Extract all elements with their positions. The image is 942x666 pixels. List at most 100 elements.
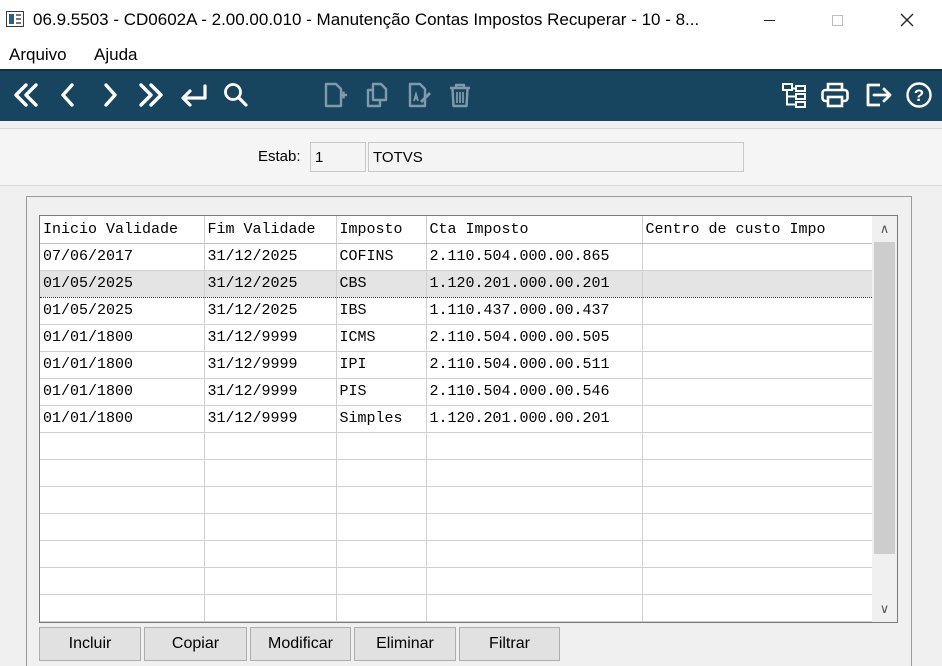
copy-record-icon: [366, 82, 388, 108]
first-record-button[interactable]: [8, 71, 44, 119]
exit-button[interactable]: [861, 71, 897, 119]
close-icon: [900, 13, 914, 27]
maximize-icon: [831, 14, 843, 26]
cell-inicio-validade: [40, 486, 205, 514]
cell-inicio-validade: 01/01/1800: [40, 324, 205, 352]
help-glyph: ?: [914, 86, 924, 105]
cell-cta-imposto: [426, 513, 643, 541]
cell-fim-validade: [204, 540, 337, 568]
empty-table-row[interactable]: [40, 513, 873, 541]
previous-record-button[interactable]: [50, 71, 86, 119]
cell-fim-validade: [204, 594, 337, 622]
search-icon: [224, 83, 248, 107]
close-button[interactable]: [884, 0, 930, 40]
estab-code-field[interactable]: 1: [310, 142, 366, 172]
scroll-up-button[interactable]: ∧: [872, 216, 897, 242]
cell-cta-imposto: 1.110.437.000.00.437: [426, 297, 643, 325]
estab-name-field: TOTVS: [368, 142, 744, 172]
column-inicio-validade[interactable]: Inicio Validade: [40, 216, 205, 244]
cell-imposto: [336, 594, 427, 622]
cell-inicio-validade: [40, 540, 205, 568]
cell-cta-imposto: [426, 567, 643, 595]
navigation-tree-button[interactable]: [776, 71, 812, 119]
scroll-thumb[interactable]: [874, 242, 895, 554]
accounts-table: Inicio Validade Fim Validade Imposto Cta…: [40, 216, 873, 622]
cell-imposto: [336, 513, 427, 541]
table-row[interactable]: 01/05/2025 31/12/2025 CBS 1.120.201.000.00.…: [40, 269, 873, 298]
go-to-button[interactable]: [176, 71, 212, 119]
empty-table-row[interactable]: [40, 567, 873, 595]
column-cta-imposto[interactable]: Cta Imposto: [426, 216, 643, 244]
table-row[interactable]: 01/01/1800 31/12/9999 IPI 2.110.504.000.00.…: [40, 351, 873, 379]
modificar-button[interactable]: Modificar: [250, 627, 351, 661]
first-record-icon: [14, 83, 38, 107]
cell-centro-de-custo: [642, 567, 873, 595]
cell-fim-validade: 31/12/2025: [204, 269, 337, 298]
print-button[interactable]: [817, 71, 853, 119]
cell-imposto: [336, 432, 427, 460]
edit-record-icon: [408, 82, 432, 108]
help-button[interactable]: ?: [901, 71, 937, 119]
grid-scrollbar[interactable]: ∧ ∨: [872, 216, 897, 622]
empty-table-row[interactable]: [40, 459, 873, 487]
copiar-button[interactable]: Copiar: [144, 627, 247, 661]
cell-fim-validade: [204, 513, 337, 541]
delete-record-button[interactable]: [442, 71, 478, 119]
cell-fim-validade: [204, 486, 337, 514]
cell-cta-imposto: 2.110.504.000.00.865: [426, 243, 643, 271]
column-fim-validade[interactable]: Fim Validade: [204, 216, 337, 244]
cell-cta-imposto: 1.120.201.000.00.201: [426, 269, 643, 298]
cell-inicio-validade: 07/06/2017: [40, 243, 205, 271]
menu-ajuda[interactable]: Ajuda: [94, 45, 137, 65]
menu-arquivo[interactable]: Arquivo: [9, 45, 67, 65]
cell-cta-imposto: [426, 540, 643, 568]
empty-table-row[interactable]: [40, 486, 873, 514]
cell-centro-de-custo: [642, 351, 873, 379]
last-record-button[interactable]: [133, 71, 169, 119]
cell-imposto: [336, 459, 427, 487]
table-row[interactable]: 01/01/1800 31/12/9999 ICMS 2.110.504.000.00…: [40, 324, 873, 352]
minimize-icon: [763, 19, 775, 21]
cell-fim-validade: 31/12/2025: [204, 297, 337, 325]
exit-icon: [866, 83, 892, 107]
navigation-tree-icon: [782, 83, 806, 108]
accounts-grid[interactable]: Inicio Validade Fim Validade Imposto Cta…: [39, 215, 898, 623]
edit-record-button[interactable]: [401, 71, 437, 119]
empty-table-row[interactable]: [40, 594, 873, 622]
empty-table-row[interactable]: [40, 432, 873, 460]
go-to-icon: [181, 84, 207, 107]
cell-imposto: CBS: [336, 269, 427, 298]
cell-inicio-validade: 01/01/1800: [40, 405, 205, 433]
copy-record-button[interactable]: [359, 71, 395, 119]
scroll-down-button[interactable]: ∨: [872, 596, 897, 622]
column-imposto[interactable]: Imposto: [336, 216, 427, 244]
cell-fim-validade: [204, 567, 337, 595]
search-button[interactable]: [218, 71, 254, 119]
cell-cta-imposto: [426, 486, 643, 514]
minimize-button[interactable]: [746, 0, 792, 40]
cell-fim-validade: [204, 459, 337, 487]
eliminar-button[interactable]: Eliminar: [354, 627, 456, 661]
cell-imposto: [336, 486, 427, 514]
table-row[interactable]: 01/01/1800 31/12/9999 PIS 2.110.504.000.00.…: [40, 378, 873, 406]
cell-centro-de-custo: [642, 513, 873, 541]
cell-fim-validade: 31/12/9999: [204, 405, 337, 433]
table-row[interactable]: 01/05/2025 31/12/2025 IBS 1.110.437.000.00.…: [40, 297, 873, 325]
new-record-button[interactable]: [316, 71, 352, 119]
column-centro-de-custo[interactable]: Centro de custo Impo: [642, 216, 873, 244]
toolbar: ?: [0, 69, 942, 121]
cell-inicio-validade: 01/05/2025: [40, 269, 205, 298]
last-record-icon: [139, 83, 163, 107]
table-row[interactable]: 07/06/2017 31/12/2025 COFINS 2.110.504.000.…: [40, 243, 873, 271]
empty-table-row[interactable]: [40, 540, 873, 568]
table-row[interactable]: 01/01/1800 31/12/9999 Simples 1.120.201.000…: [40, 405, 873, 433]
cell-imposto: Simples: [336, 405, 427, 433]
cell-fim-validade: 31/12/2025: [204, 243, 337, 271]
filtrar-button[interactable]: Filtrar: [459, 627, 560, 661]
window-title: 06.9.5503 - CD0602A - 2.00.00.010 - Manu…: [33, 10, 700, 29]
incluir-button[interactable]: Incluir: [39, 627, 141, 661]
next-record-button[interactable]: [92, 71, 128, 119]
chevron-down-icon: ∨: [879, 601, 890, 616]
maximize-button[interactable]: [814, 0, 860, 40]
table-header-row: Inicio Validade Fim Validade Imposto Cta…: [40, 216, 873, 244]
